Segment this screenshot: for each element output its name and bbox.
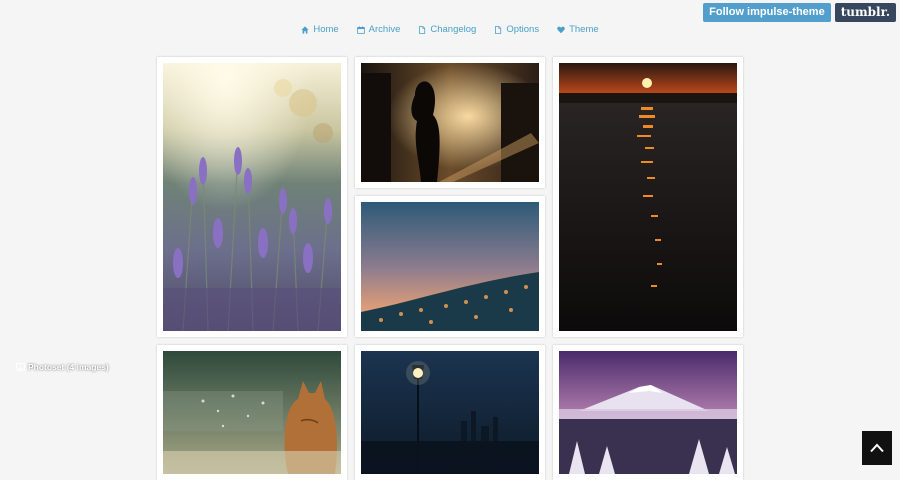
tumblr-logo-button[interactable]: tumblr. [834,3,896,22]
nav-theme-label: Theme [569,24,599,35]
document-icon [419,25,426,34]
heart-icon [557,26,565,33]
photo-post-lamp[interactable] [355,345,545,480]
image-icon [16,363,25,371]
photo-post-silhouette[interactable] [355,57,545,188]
nav-archive[interactable]: Archive [356,24,401,35]
photoset-label: Photoset (4 images) [16,362,109,372]
photo-post-mountain[interactable] [553,345,743,480]
photo-post-lavender[interactable] [157,57,347,337]
follow-button[interactable]: Follow impulse-theme [703,3,831,22]
silhouette-photo [361,63,539,182]
document-icon [495,25,502,34]
lamp-photo [361,351,539,474]
nav-changelog[interactable]: Changelog [418,24,476,35]
nav-home-label: Home [313,24,339,35]
sea-sunset-photo [559,63,737,331]
photoset-post-kitten[interactable] [157,345,347,480]
photo-post-sea-sunset[interactable] [553,57,743,337]
top-nav: Home Archive Changelog Options Theme [0,24,900,35]
dusk-hill-photo [361,202,539,331]
mountain-photo [559,351,737,474]
nav-home[interactable]: Home [301,24,339,35]
photoset-label-text: Photoset (4 images) [28,362,109,372]
home-icon [301,25,309,34]
kitten-photo [163,351,341,474]
calendar-icon [356,25,365,34]
chevron-up-icon [870,443,884,453]
scroll-top-button[interactable] [862,431,892,465]
photo-post-dusk-hill[interactable] [355,196,545,337]
nav-options-label: Options [506,24,540,35]
nav-theme[interactable]: Theme [557,24,599,35]
nav-changelog-label: Changelog [430,24,477,35]
nav-archive-label: Archive [368,24,401,35]
nav-options[interactable]: Options [494,24,539,35]
tumblr-controls: Follow impulse-theme tumblr. [703,3,896,22]
lavender-photo [163,63,341,331]
